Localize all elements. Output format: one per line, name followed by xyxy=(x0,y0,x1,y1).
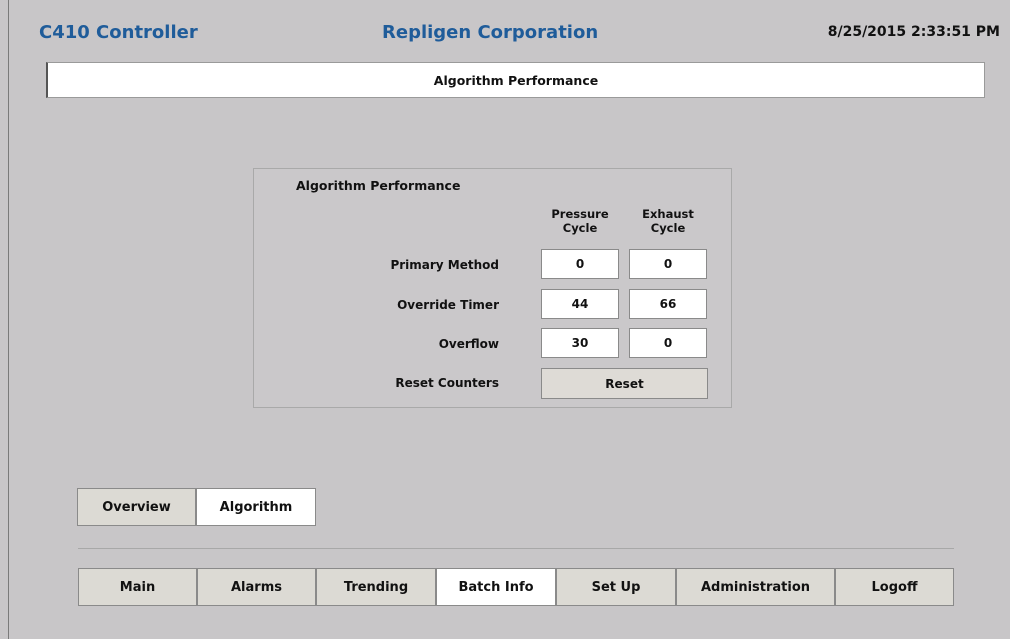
nav-logoff-button[interactable]: Logoff xyxy=(835,568,954,606)
nav-set-up-button[interactable]: Set Up xyxy=(556,568,676,606)
tab-algorithm[interactable]: Algorithm xyxy=(196,488,316,526)
nav-main-button[interactable]: Main xyxy=(78,568,197,606)
nav-label: Main xyxy=(119,579,156,595)
row-label-overflow: Overflow xyxy=(438,337,499,351)
overflow-pressure-value: 30 xyxy=(541,328,619,358)
datetime-display: 8/25/2015 2:33:51 PM xyxy=(827,24,1000,40)
tab-overview[interactable]: Overview xyxy=(77,488,196,526)
override-timer-pressure-value: 44 xyxy=(541,289,619,319)
primary-method-pressure-value: 0 xyxy=(541,249,619,279)
section-divider xyxy=(78,548,954,549)
column-header-pressure-cycle: Pressure Cycle xyxy=(541,207,619,235)
column-header-exhaust-cycle: Exhaust Cycle xyxy=(629,207,707,235)
row-label-override-timer: Override Timer xyxy=(397,298,499,312)
nav-label: Alarms xyxy=(231,579,282,595)
nav-label: Trending xyxy=(343,579,409,595)
nav-administration-button[interactable]: Administration xyxy=(676,568,835,606)
column-header-line: Pressure xyxy=(551,207,609,221)
override-timer-exhaust-value: 66 xyxy=(629,289,707,319)
nav-label: Batch Info xyxy=(458,579,534,595)
row-label-reset-counters: Reset Counters xyxy=(395,376,499,390)
nav-label: Administration xyxy=(700,579,811,595)
tab-label: Algorithm xyxy=(219,499,293,515)
tab-label: Overview xyxy=(102,499,171,515)
window-frame-left xyxy=(8,0,9,639)
company-name: Repligen Corporation xyxy=(382,22,599,43)
page-title: Algorithm Performance xyxy=(433,72,599,88)
nav-label: Logoff xyxy=(871,579,918,595)
row-label-primary-method: Primary Method xyxy=(390,258,499,272)
nav-alarms-button[interactable]: Alarms xyxy=(197,568,316,606)
primary-method-exhaust-value: 0 xyxy=(629,249,707,279)
app-title: C410 Controller xyxy=(39,22,198,43)
algorithm-performance-panel: Algorithm Performance Pressure Cycle Exh… xyxy=(253,168,732,408)
reset-counters-button[interactable]: Reset xyxy=(541,368,708,399)
page-title-banner: Algorithm Performance xyxy=(46,62,985,98)
overflow-exhaust-value: 0 xyxy=(629,328,707,358)
reset-button-label: Reset xyxy=(605,376,644,391)
panel-title: Algorithm Performance xyxy=(296,178,461,193)
column-header-line: Cycle xyxy=(562,221,598,235)
column-header-line: Cycle xyxy=(650,221,686,235)
nav-trending-button[interactable]: Trending xyxy=(316,568,436,606)
nav-label: Set Up xyxy=(591,579,641,595)
column-header-line: Exhaust xyxy=(642,207,694,221)
nav-batch-info-button[interactable]: Batch Info xyxy=(436,568,556,606)
